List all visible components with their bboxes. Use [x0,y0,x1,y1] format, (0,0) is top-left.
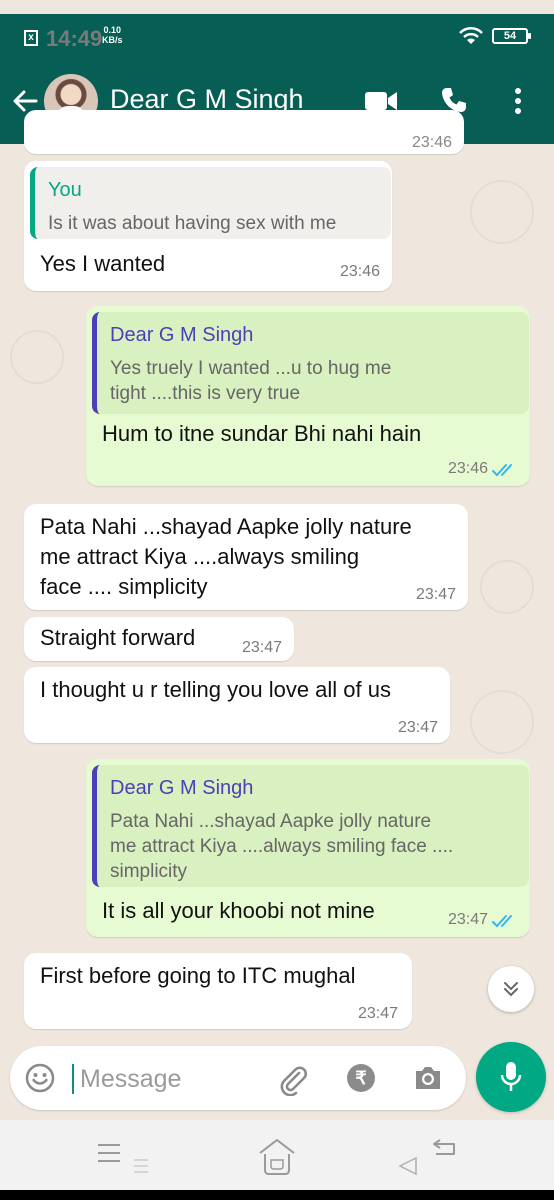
network-speed: 0.10 KB/s [102,25,123,45]
message-text: It is all your khoobi not mine [102,898,375,923]
recents-menu-icon[interactable] [96,1140,156,1174]
message-text: First before going to ITC mughal [40,963,356,988]
message-bubble-incoming[interactable]: Straight forward 23:47 [24,617,294,661]
quote-text: Is it was about having sex with me [48,213,337,234]
wallpaper-doodle [480,560,534,614]
read-ticks-icon [492,915,512,928]
message-text: Hum to itne sundar Bhi nahi hain [102,421,422,446]
message-time: 23:46 [411,134,452,151]
whatsapp-chat-screen: x 14:49 0.10 KB/s 54 Dear G M Singh 23:4… [0,0,554,1200]
voice-message-button[interactable] [476,1042,546,1112]
message-bubble-incoming[interactable]: I thought u r telling you love all of us… [24,667,450,743]
message-bubble-outgoing[interactable]: Dear G M Singh Pata Nahi ...shayad Aapke… [86,759,530,937]
wallpaper-doodle [10,330,64,384]
quote-text: Yes truely I wanted ...u to hug me tight… [110,358,392,404]
quote-text: Pata Nahi ...shayad Aapke jolly nature m… [110,811,454,882]
message-bubble-outgoing[interactable]: Dear G M Singh Yes truely I wanted ...u … [86,306,530,486]
quote-author: Dear G M Singh [110,324,254,346]
sim-x-icon: x [24,30,38,46]
mic-icon [500,1062,522,1091]
more-vert-icon[interactable] [512,86,524,116]
video-call-icon[interactable] [364,90,398,112]
quoted-message[interactable]: You Is it was about having sex with me [30,167,391,239]
message-bubble-incoming[interactable]: First before going to ITC mughal 23:47 [24,953,412,1029]
home-icon[interactable] [256,1136,298,1178]
wallpaper-doodle [470,180,534,244]
attach-icon[interactable] [276,1062,310,1096]
status-bar: x 14:49 0.10 KB/s 54 [0,14,554,60]
message-time: 23:47 [397,719,438,736]
message-time: 23:46 [339,263,380,280]
message-bubble-incoming[interactable]: You Is it was about having sex with me Y… [24,161,392,291]
screen-bottom-edge [0,1190,554,1200]
message-text: Straight forward [40,625,196,650]
emoji-icon[interactable] [24,1062,56,1094]
message-time: 23:46 [447,460,488,477]
message-composer: ₹ [10,1046,466,1110]
message-text: Pata Nahi ...shayad Aapke jolly nature m… [40,514,412,599]
partial-message-bubble[interactable]: 23:46 [24,110,464,154]
message-time: 23:47 [447,911,488,928]
scroll-to-bottom-button[interactable] [488,966,534,1012]
double-chevron-down-icon [504,982,518,997]
text-cursor [72,1064,74,1094]
network-speed-unit: KB/s [102,35,123,45]
status-time: 14:49 [46,26,103,51]
message-input[interactable] [78,1060,272,1098]
message-text: Yes I wanted [40,251,166,276]
quoted-message[interactable]: Dear G M Singh Yes truely I wanted ...u … [92,312,529,414]
camera-icon[interactable] [413,1064,443,1092]
quote-author: You [48,179,82,201]
message-time: 23:47 [241,639,282,656]
read-ticks-icon [492,464,512,477]
message-bubble-incoming[interactable]: Pata Nahi ...shayad Aapke jolly nature m… [24,504,468,610]
wifi-icon [459,26,483,44]
battery-icon: 54 [492,28,531,44]
wallpaper-doodle [470,690,534,754]
network-speed-value: 0.10 [103,25,122,35]
quoted-message[interactable]: Dear G M Singh Pata Nahi ...shayad Aapke… [92,765,529,887]
message-time: 23:47 [415,586,456,603]
message-time: 23:47 [357,1005,398,1022]
rupee-icon[interactable]: ₹ [347,1064,375,1092]
back-icon[interactable] [396,1138,462,1178]
message-text: I thought u r telling you love all of us [40,677,391,702]
quote-author: Dear G M Singh [110,777,254,799]
system-navigation-bar [0,1120,554,1190]
